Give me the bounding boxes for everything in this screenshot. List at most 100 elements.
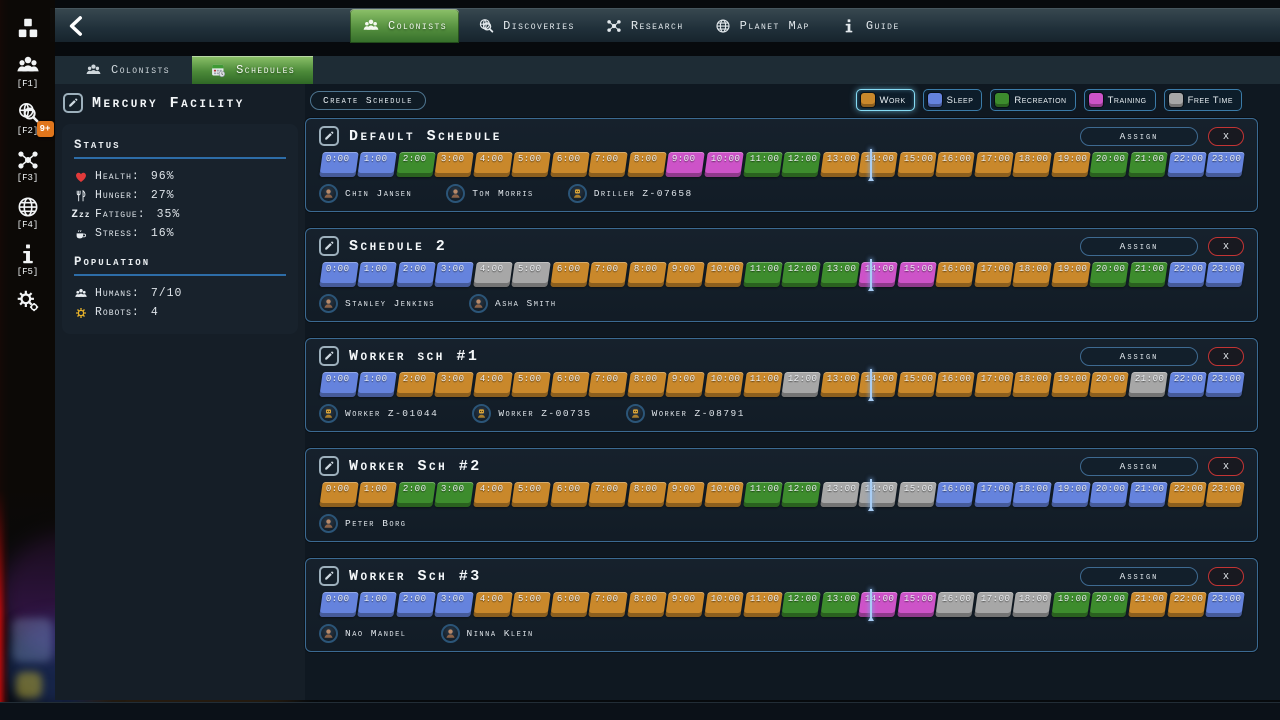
tab-schedules[interactable]: Schedules [192, 56, 313, 84]
time-cell-23-00-work[interactable]: 23:00 [1205, 482, 1244, 507]
time-cell-21-00-free[interactable]: 21:00 [1128, 372, 1167, 397]
time-cell-6-00-work[interactable]: 6:00 [550, 262, 589, 287]
time-cell-21-00-work[interactable]: 21:00 [1128, 592, 1167, 617]
time-cell-19-00-work[interactable]: 19:00 [1051, 152, 1090, 177]
time-cell-5-00-work[interactable]: 5:00 [511, 482, 550, 507]
assign-button[interactable]: Assign [1080, 457, 1198, 476]
time-cell-2-00-recreation[interactable]: 2:00 [396, 482, 435, 507]
time-cell-10-00-training[interactable]: 10:00 [704, 152, 743, 177]
time-cell-14-00-work[interactable]: 14:00 [858, 152, 897, 177]
time-cell-11-00-recreation[interactable]: 11:00 [743, 152, 782, 177]
time-cell-8-00-work[interactable]: 8:00 [627, 372, 666, 397]
time-cell-20-00-recreation[interactable]: 20:00 [1090, 152, 1129, 177]
sidebar-item-colonists[interactable]: [F1] [15, 53, 41, 89]
time-cell-13-00-recreation[interactable]: 13:00 [820, 262, 859, 287]
time-cell-23-00-sleep[interactable]: 23:00 [1205, 152, 1244, 177]
member-chip-asha-smith[interactable]: Asha Smith [469, 294, 557, 313]
member-chip-worker-z-01044[interactable]: Worker Z-01044 [319, 404, 438, 423]
time-cell-14-00-training[interactable]: 14:00 [858, 262, 897, 287]
sidebar-item-settings[interactable] [15, 288, 41, 314]
nav-item-discoveries[interactable]: Discoveries [465, 9, 587, 43]
legend-sleep-button[interactable]: Sleep [923, 89, 983, 111]
time-cell-7-00-work[interactable]: 7:00 [589, 482, 628, 507]
time-cell-22-00-sleep[interactable]: 22:00 [1167, 372, 1206, 397]
time-cell-20-00-recreation[interactable]: 20:00 [1090, 592, 1129, 617]
nav-item-guide[interactable]: Guide [828, 9, 912, 43]
member-chip-worker-z-08791[interactable]: Worker Z-08791 [626, 404, 745, 423]
time-cell-12-00-recreation[interactable]: 12:00 [781, 592, 820, 617]
time-cell-12-00-recreation[interactable]: 12:00 [781, 482, 820, 507]
time-cell-5-00-free[interactable]: 5:00 [511, 262, 550, 287]
time-cell-13-00-free[interactable]: 13:00 [820, 482, 859, 507]
time-cell-11-00-work[interactable]: 11:00 [743, 372, 782, 397]
delete-schedule-button[interactable]: X [1208, 347, 1244, 366]
time-cell-4-00-free[interactable]: 4:00 [473, 262, 512, 287]
assign-button[interactable]: Assign [1080, 567, 1198, 586]
time-cell-14-00-training[interactable]: 14:00 [858, 592, 897, 617]
time-cell-18-00-work[interactable]: 18:00 [1013, 152, 1052, 177]
time-cell-21-00-recreation[interactable]: 21:00 [1128, 152, 1167, 177]
time-cell-2-00-sleep[interactable]: 2:00 [396, 592, 435, 617]
sidebar-item-planet[interactable]: [F4] [15, 194, 41, 230]
time-cell-4-00-work[interactable]: 4:00 [473, 592, 512, 617]
time-cell-23-00-sleep[interactable]: 23:00 [1205, 262, 1244, 287]
time-cell-8-00-work[interactable]: 8:00 [627, 592, 666, 617]
delete-schedule-button[interactable]: X [1208, 457, 1244, 476]
time-cell-21-00-recreation[interactable]: 21:00 [1128, 262, 1167, 287]
sidebar-item-research[interactable]: [F3] [15, 147, 41, 183]
edit-schedule-button[interactable] [319, 456, 339, 476]
nav-item-research[interactable]: Research [593, 9, 696, 43]
time-cell-6-00-work[interactable]: 6:00 [550, 482, 589, 507]
time-cell-5-00-work[interactable]: 5:00 [511, 152, 550, 177]
time-cell-3-00-sleep[interactable]: 3:00 [434, 592, 473, 617]
legend-training-button[interactable]: Training [1084, 89, 1156, 111]
time-cell-16-00-sleep[interactable]: 16:00 [935, 482, 974, 507]
time-cell-7-00-work[interactable]: 7:00 [589, 262, 628, 287]
time-cell-16-00-free[interactable]: 16:00 [935, 592, 974, 617]
time-cell-0-00-work[interactable]: 0:00 [319, 482, 358, 507]
tab-colonists[interactable]: Colonists [67, 56, 188, 84]
time-cell-2-00-work[interactable]: 2:00 [396, 372, 435, 397]
assign-button[interactable]: Assign [1080, 127, 1198, 146]
edit-schedule-button[interactable] [319, 236, 339, 256]
time-cell-15-00-training[interactable]: 15:00 [897, 262, 936, 287]
assign-button[interactable]: Assign [1080, 347, 1198, 366]
time-cell-18-00-work[interactable]: 18:00 [1013, 372, 1052, 397]
time-cell-15-00-work[interactable]: 15:00 [897, 152, 936, 177]
member-chip-peter-borg[interactable]: Peter Borg [319, 514, 407, 533]
delete-schedule-button[interactable]: X [1208, 567, 1244, 586]
time-cell-19-00-sleep[interactable]: 19:00 [1051, 482, 1090, 507]
time-cell-20-00-sleep[interactable]: 20:00 [1090, 482, 1129, 507]
time-cell-19-00-recreation[interactable]: 19:00 [1051, 592, 1090, 617]
time-cell-17-00-work[interactable]: 17:00 [974, 372, 1013, 397]
time-cell-17-00-sleep[interactable]: 17:00 [974, 482, 1013, 507]
time-cell-0-00-sleep[interactable]: 0:00 [319, 262, 358, 287]
time-cell-5-00-work[interactable]: 5:00 [511, 372, 550, 397]
member-chip-tom-morris[interactable]: Tom Morris [446, 184, 534, 203]
time-cell-7-00-work[interactable]: 7:00 [589, 152, 628, 177]
time-cell-16-00-work[interactable]: 16:00 [935, 372, 974, 397]
time-cell-18-00-work[interactable]: 18:00 [1013, 262, 1052, 287]
time-cell-14-00-work[interactable]: 14:00 [858, 372, 897, 397]
edit-schedule-button[interactable] [319, 566, 339, 586]
time-cell-9-00-work[interactable]: 9:00 [666, 262, 705, 287]
delete-schedule-button[interactable]: X [1208, 127, 1244, 146]
member-chip-chin-jansen[interactable]: Chin Jansen [319, 184, 412, 203]
time-cell-4-00-work[interactable]: 4:00 [473, 482, 512, 507]
time-cell-1-00-sleep[interactable]: 1:00 [357, 152, 396, 177]
time-cell-3-00-work[interactable]: 3:00 [434, 372, 473, 397]
legend-free-time-button[interactable]: Free Time [1164, 89, 1242, 111]
time-cell-9-00-work[interactable]: 9:00 [666, 372, 705, 397]
time-cell-15-00-training[interactable]: 15:00 [897, 592, 936, 617]
member-chip-worker-z-00735[interactable]: Worker Z-00735 [472, 404, 591, 423]
time-cell-0-00-sleep[interactable]: 0:00 [319, 592, 358, 617]
time-cell-3-00-work[interactable]: 3:00 [434, 152, 473, 177]
time-cell-0-00-sleep[interactable]: 0:00 [319, 152, 358, 177]
member-chip-ninna-klein[interactable]: Ninna Klein [441, 624, 534, 643]
time-cell-4-00-work[interactable]: 4:00 [473, 152, 512, 177]
time-cell-3-00-recreation[interactable]: 3:00 [434, 482, 473, 507]
nav-item-planet-map[interactable]: Planet Map [702, 9, 822, 43]
time-cell-5-00-work[interactable]: 5:00 [511, 592, 550, 617]
member-chip-stanley-jenkins[interactable]: Stanley Jenkins [319, 294, 435, 313]
time-cell-1-00-work[interactable]: 1:00 [357, 482, 396, 507]
